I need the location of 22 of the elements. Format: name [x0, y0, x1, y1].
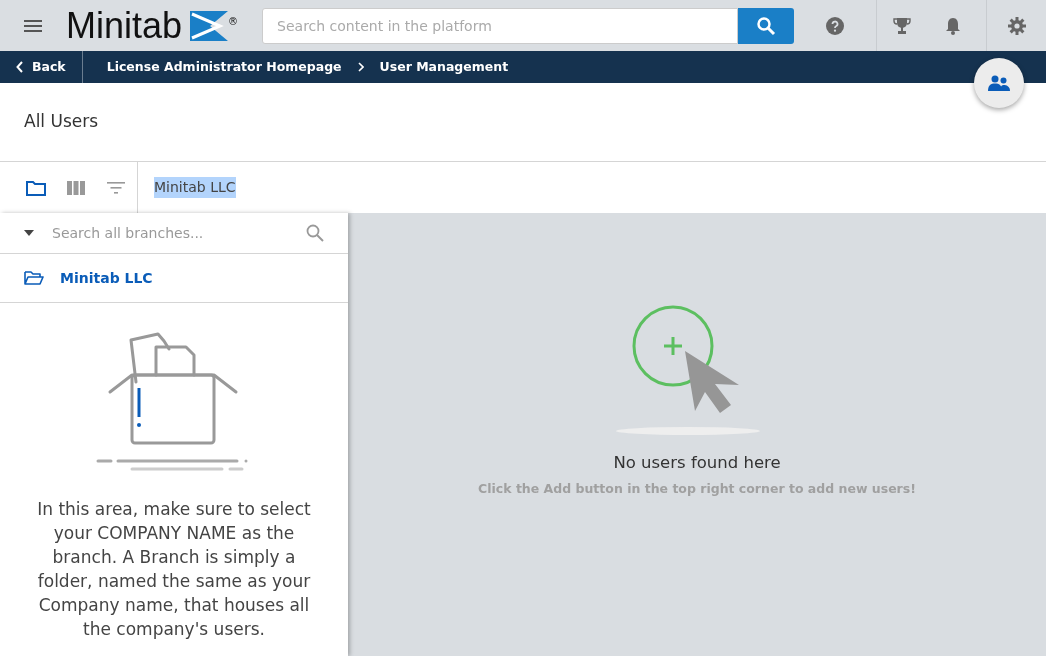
folder-icon	[24, 270, 44, 286]
search-icon	[756, 15, 777, 36]
back-link[interactable]: Back	[0, 51, 83, 83]
page-title: All Users	[24, 110, 99, 134]
breadcrumb-link[interactable]: License Administrator Homepage	[106, 57, 342, 77]
chevron-icon	[357, 62, 364, 72]
empty-state-hint: Click the Add button in the top right corner to add new users!	[478, 479, 916, 498]
logo-flag-icon	[190, 10, 229, 41]
users-icon	[988, 75, 1010, 91]
search-field[interactable]: Search content in the platform	[262, 7, 739, 44]
registered-mark: ®	[228, 14, 239, 29]
search-button[interactable]	[738, 7, 795, 44]
chevron-left-icon	[16, 61, 24, 73]
caret-icon[interactable]	[24, 230, 34, 236]
search-icon	[306, 224, 324, 242]
branch-help-text: In this area, make sure to select your COMPANY NAME as the branch. A Branch is simply a folder, named the same as your Company name, that houses all the company's users.	[36, 498, 312, 641]
breadcrumb-link[interactable]: User Management	[379, 57, 509, 77]
empty-state-title: No users found here	[613, 452, 781, 474]
add-users-button[interactable]	[974, 58, 1024, 108]
branch-item[interactable]: Minitab LLC	[0, 254, 348, 303]
logo-wordmark: Minitab	[66, 7, 183, 44]
branch-path: Minitab LLC	[154, 177, 236, 198]
